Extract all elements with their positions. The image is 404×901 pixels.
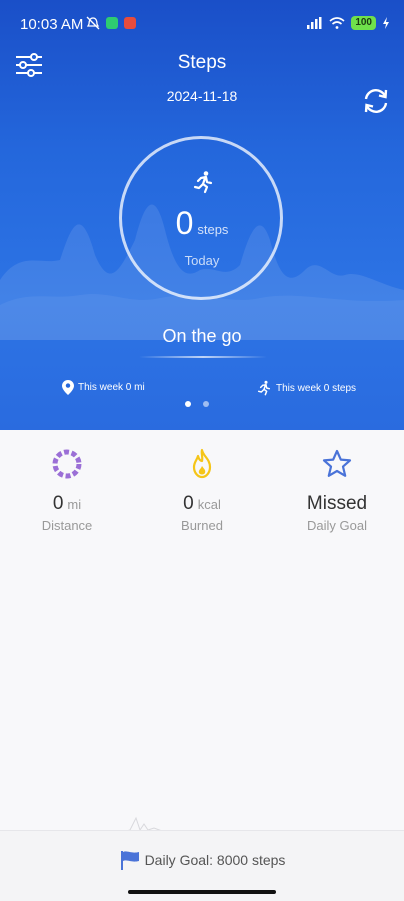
app-notification-icon-2 xyxy=(124,17,136,29)
battery-indicator: 100 xyxy=(351,16,376,30)
location-pin-icon xyxy=(62,380,74,395)
page-title: Steps xyxy=(177,52,227,73)
runner-small-icon xyxy=(257,380,271,396)
status-time: 10:03 AM xyxy=(20,16,84,33)
steps-number: 0 xyxy=(175,205,194,241)
star-icon xyxy=(322,449,352,477)
steps-unit: steps xyxy=(197,222,229,237)
wifi-icon xyxy=(329,17,345,29)
goal-status-value: Missed xyxy=(306,493,368,514)
calories-value: 0 xyxy=(183,493,194,514)
distance-ring-icon xyxy=(52,449,82,479)
daily-goal-text: Daily Goal: 8000 steps xyxy=(144,852,286,868)
page-dot-1[interactable] xyxy=(185,401,191,407)
sync-icon[interactable] xyxy=(360,85,392,117)
distance-label: Distance xyxy=(41,518,93,533)
week-distance-text: This week 0 mi xyxy=(78,382,145,393)
page-dot-2[interactable] xyxy=(203,401,209,407)
stats-row: 0 mi Distance 0 kcal Burned Missed Daily G… xyxy=(0,430,404,550)
flag-icon xyxy=(120,851,139,870)
charging-icon xyxy=(383,17,389,29)
signal-icon xyxy=(307,17,322,29)
activity-status: On the go xyxy=(162,326,242,346)
steps-count: 0 steps xyxy=(0,205,404,242)
flame-icon xyxy=(192,448,212,479)
week-distance: This week 0 mi xyxy=(62,380,145,395)
calories-label: Burned xyxy=(181,518,223,533)
week-steps-text: This week 0 steps xyxy=(276,382,357,394)
alarm-muted-icon xyxy=(86,16,100,30)
home-indicator[interactable] xyxy=(128,890,276,894)
mini-wave xyxy=(122,816,172,832)
distance-unit: mi xyxy=(67,497,82,512)
date-label: 2024-11-18 xyxy=(166,88,238,104)
distance-value: 0 xyxy=(52,493,64,514)
status-bar: 10:03 AM 100 xyxy=(0,0,404,48)
app-notification-icon xyxy=(106,17,118,29)
calories-unit: kcal xyxy=(197,497,221,512)
goal-status-label: Daily Goal xyxy=(307,518,367,533)
runner-icon xyxy=(193,171,213,194)
today-label: Today xyxy=(184,253,220,268)
steps-hero: 10:03 AM 100 Steps 2024-11-18 0steps Tod… xyxy=(0,0,404,430)
activity-divider xyxy=(139,356,267,358)
week-steps: This week 0 steps xyxy=(256,380,356,396)
page-indicator[interactable] xyxy=(185,401,209,407)
